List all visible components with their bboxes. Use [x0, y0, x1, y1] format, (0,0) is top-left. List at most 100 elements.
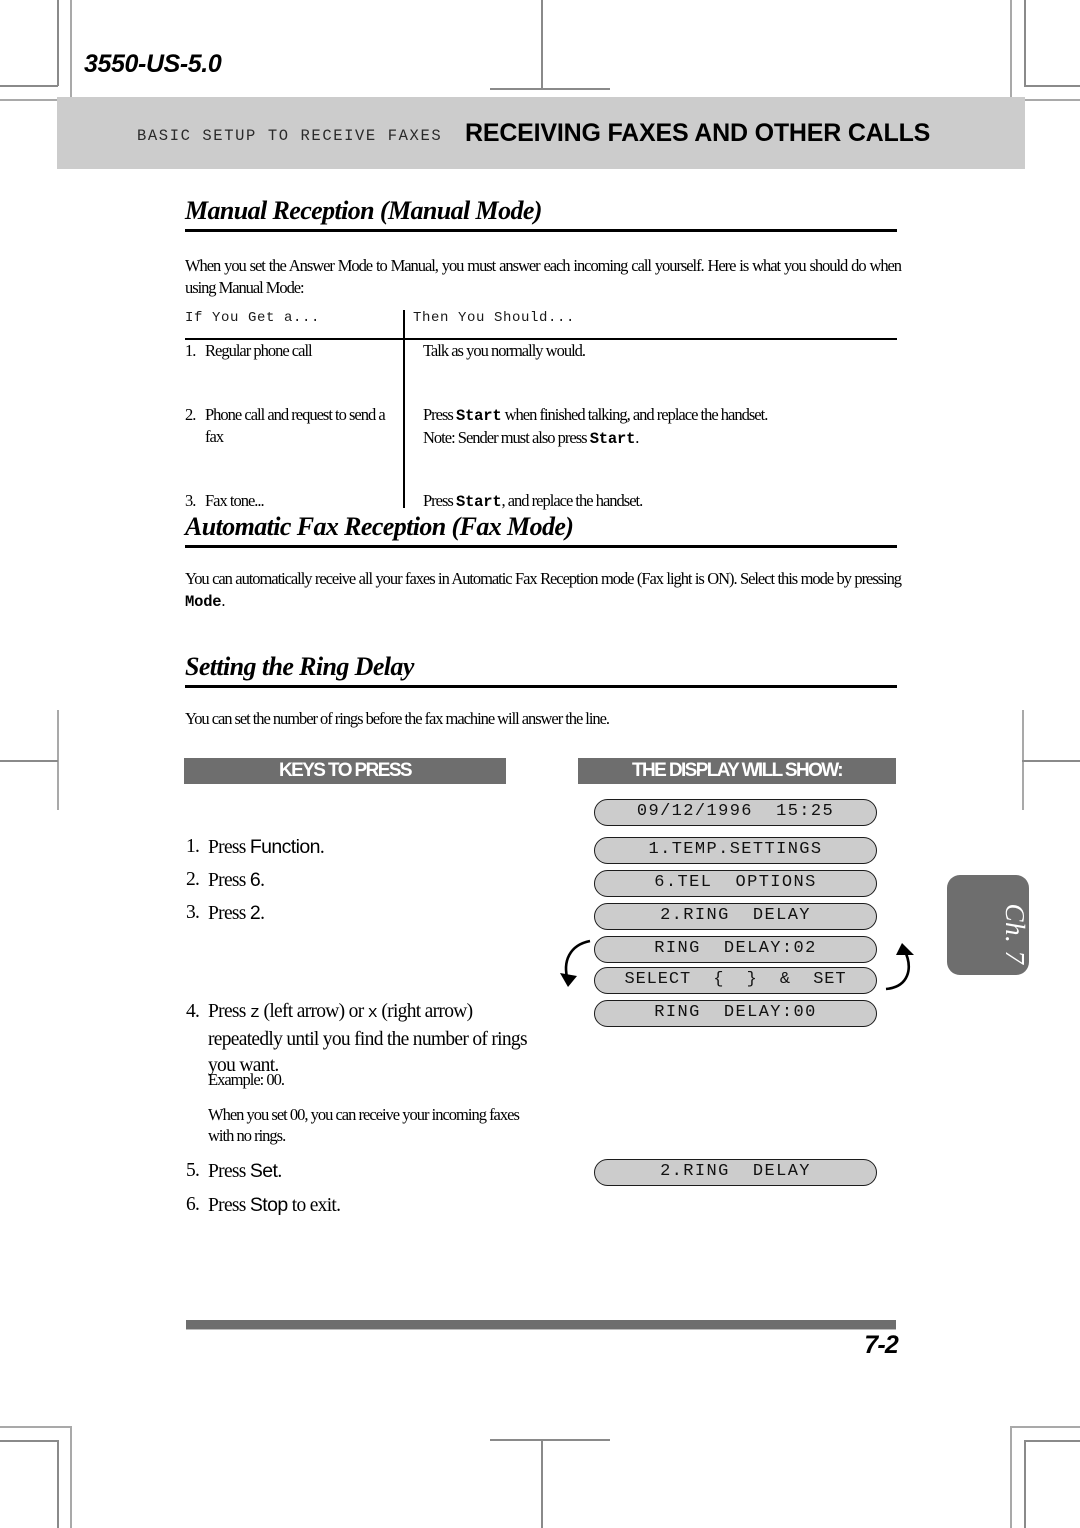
table-cell-condition: 3. Fax tone...: [185, 490, 395, 512]
step-2: 2. Press 6.: [186, 867, 526, 894]
column-header-display-will-show: THE DISPLAY WILL SHOW:: [578, 758, 896, 784]
crop-mark-bottom-left-vertical: [70, 1426, 72, 1528]
key-mode: Mode: [185, 593, 222, 611]
section-setting-ring-delay: Setting the Ring Delay: [185, 652, 897, 688]
lcd-display-tel-options: 6.TEL OPTIONS: [594, 870, 877, 897]
body-text-after: .: [221, 591, 225, 610]
chapter-tab-label: Ch. 7: [1000, 903, 1030, 965]
registration-mark-right-horizontal: [1022, 760, 1080, 762]
row-action-line: Note: Sender must also press Start.: [423, 427, 639, 448]
section-heading: Setting the Ring Delay: [185, 652, 414, 681]
step-number: 4.: [186, 1001, 200, 1022]
step-text-post: .: [260, 870, 265, 891]
table-cell-action: Press Start, and replace the handset.: [423, 490, 893, 513]
crop-mark-top-left-vertical: [70, 0, 72, 100]
step-6: 6. Press Stop to exit.: [186, 1192, 526, 1219]
ring-delay-intro: You can set the number of rings before t…: [185, 709, 610, 728]
table-cell-action: Press Start when finished talking, and r…: [423, 404, 893, 450]
step-1: 1. Press Function.: [186, 834, 526, 861]
trim-mark-bottom-right-vertical: [1024, 1440, 1026, 1528]
step-text-pre: Press: [208, 1161, 250, 1182]
row-condition-text: Fax tone...: [205, 490, 265, 510]
manual-reception-intro: When you set the Answer Mode to Manual, …: [185, 256, 902, 297]
step-text: Press Stop to exit.: [208, 1192, 526, 1219]
step-text-post: .: [277, 1161, 282, 1182]
trim-mark-top-right-horizontal: [1024, 85, 1080, 87]
lcd-display-ring-delay-menu: 2.RING DELAY: [594, 903, 877, 930]
step-5: 5. Press Set.: [186, 1158, 526, 1185]
step-number: 6.: [186, 1194, 200, 1215]
step-text: Press Function.: [208, 834, 526, 861]
table-header-condition: If You Get a...: [185, 310, 321, 326]
key-function: Function: [249, 836, 321, 858]
table-cell-condition: 2. Phone call and request to send a fax: [185, 404, 395, 448]
key-right-arrow: x: [367, 1004, 378, 1023]
section-heading: Automatic Fax Reception (Fax Mode): [185, 512, 574, 541]
table-cell-condition: 1. Regular phone call: [185, 340, 395, 362]
step-number: 3.: [186, 902, 200, 923]
chapter-tab: Ch. 7: [947, 875, 1030, 975]
key-6: 6: [249, 869, 261, 891]
loop-arrow-left-icon: [560, 939, 591, 987]
step-3: 3. Press 2.: [186, 900, 526, 927]
crop-mark-bottom-right-vertical: [1010, 1426, 1012, 1528]
key-stop: Stop: [249, 1194, 288, 1216]
lcd-display-datetime: 09/12/1996 15:25: [594, 799, 877, 826]
step-number: 1.: [186, 836, 200, 857]
step-number: 2.: [186, 869, 200, 890]
key-start: Start: [589, 429, 636, 448]
step-4-note: When you set 00, you can receive your in…: [208, 1105, 520, 1145]
key-set: Set: [249, 1160, 278, 1182]
step-text-post: .: [260, 903, 265, 924]
key-2: 2: [249, 902, 261, 924]
lcd-display-ring-delay-final: 2.RING DELAY: [594, 1159, 877, 1186]
row-action-line: Press Start when finished talking, and r…: [423, 404, 768, 425]
registration-mark-bottom-center-horizontal: [490, 1439, 610, 1441]
step-text: Press z (left arrow) or x (right arrow) …: [208, 999, 531, 1079]
loop-arrow-right-icon: [885, 943, 914, 991]
crop-mark-bottom-left-horizontal: [0, 1426, 72, 1428]
step-text: Press 2.: [208, 900, 526, 927]
document-id: 3550-US-5.0: [84, 50, 222, 78]
trim-mark-top-left-vertical: [57, 0, 59, 86]
section-heading: Manual Reception (Manual Mode): [185, 196, 542, 225]
header-eyebrow: BASIC SETUP TO RECEIVE FAXES: [137, 127, 443, 145]
registration-mark-bottom-center-vertical: [541, 1440, 543, 1528]
lcd-display-ring-delay-00: RING DELAY:00: [594, 1000, 877, 1027]
section-rule: [185, 685, 897, 688]
section-automatic-fax-reception: Automatic Fax Reception (Fax Mode): [185, 512, 897, 548]
table-row: 1. Regular phone call Talk as you normal…: [185, 340, 897, 404]
key-start: Start: [455, 406, 502, 425]
registration-mark-top-center-horizontal: [490, 88, 610, 90]
footer-rule: [186, 1320, 896, 1330]
step-text-pre: Press: [208, 870, 250, 891]
table-header-row: If You Get a... Then You Should...: [185, 310, 897, 338]
row-number: 2.: [185, 404, 196, 424]
step-text-mid: (left arrow) or: [259, 1001, 368, 1022]
section-rule: [185, 229, 897, 232]
trim-mark-bottom-left-horizontal: [0, 1440, 58, 1442]
step-text: Press 6.: [208, 867, 526, 894]
row-action-line: Press Start, and replace the handset.: [423, 490, 643, 511]
step-text-pre: Press: [208, 1195, 250, 1216]
trim-mark-top-right-vertical: [1024, 0, 1026, 86]
table-cell-action: Talk as you normally would.: [423, 340, 893, 362]
step-4-example: Example: 00.: [208, 1070, 285, 1089]
step-4: 4. Press z (left arrow) or x (right arro…: [186, 999, 531, 1079]
trim-mark-bottom-right-horizontal: [1024, 1440, 1080, 1442]
row-condition-text: Regular phone call: [205, 340, 313, 360]
step-text-pre: Press: [208, 903, 250, 924]
row-number: 3.: [185, 490, 196, 510]
automatic-fax-reception-body: You can automatically receive all your f…: [185, 568, 902, 613]
step-text: Press Set.: [208, 1158, 526, 1185]
step-text-post: to exit.: [287, 1195, 341, 1216]
row-action-line: Talk as you normally would.: [423, 340, 586, 360]
step-text-pre: Press: [208, 1001, 250, 1022]
column-header-keys-to-press: KEYS TO PRESS: [184, 758, 506, 784]
table-header-action: Then You Should...: [413, 310, 576, 326]
trim-mark-bottom-left-vertical: [57, 1440, 59, 1528]
crop-mark-bottom-right-horizontal: [1010, 1426, 1080, 1428]
key-start: Start: [455, 492, 502, 511]
lcd-display-ring-delay-02: RING DELAY:02: [594, 936, 877, 963]
page-title: RECEIVING FAXES AND OTHER CALLS: [465, 119, 931, 147]
